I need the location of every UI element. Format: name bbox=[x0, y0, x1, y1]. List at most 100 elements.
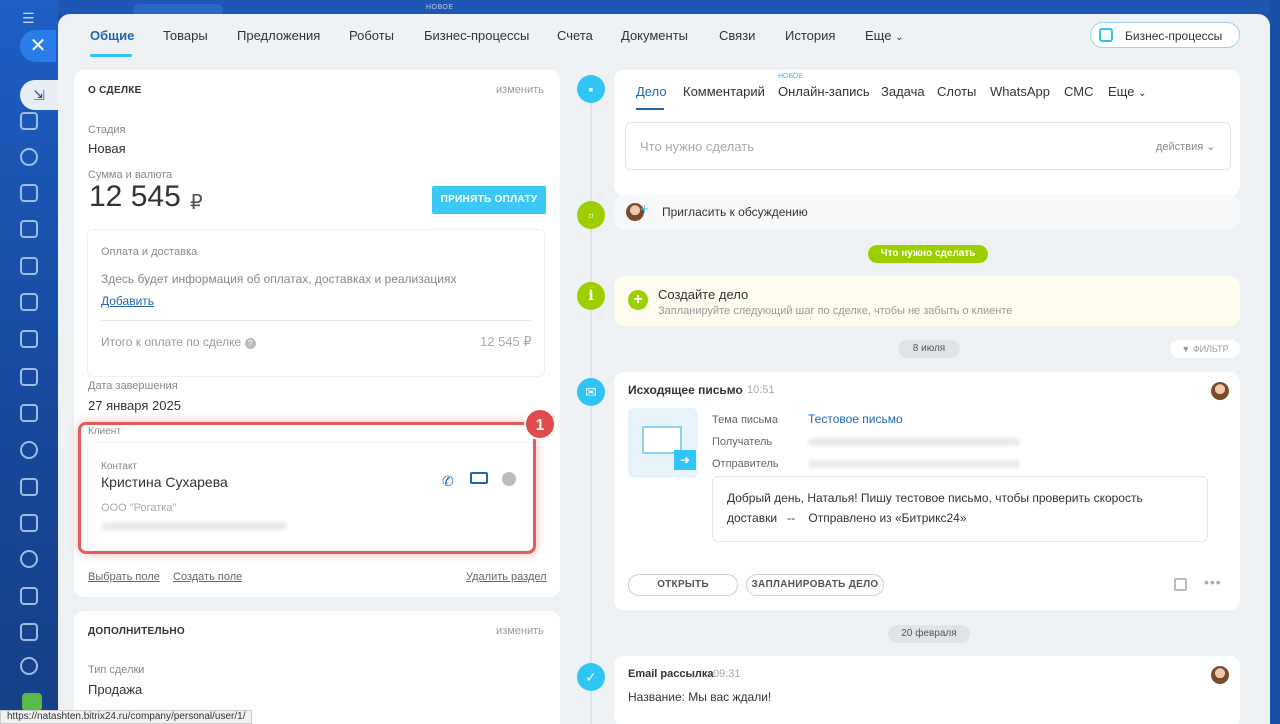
blurred-recipient bbox=[808, 438, 1020, 446]
tab-online-booking[interactable]: Онлайн-запись bbox=[778, 84, 870, 99]
discussion-dot: ▫ bbox=[577, 201, 605, 229]
date-pill-july: 8 июля bbox=[898, 340, 960, 358]
tab-documents[interactable]: Документы bbox=[621, 28, 688, 43]
tab-business-processes[interactable]: Бизнес-процессы bbox=[424, 28, 529, 43]
tab-more-label: Еще bbox=[865, 28, 892, 43]
filter-icon[interactable] bbox=[20, 330, 38, 348]
tab-offers[interactable]: Предложения bbox=[237, 28, 320, 43]
tab-links[interactable]: Связи bbox=[719, 28, 755, 43]
checkbox-icon[interactable] bbox=[20, 257, 38, 275]
filter-button[interactable]: ▼ ФИЛЬТР bbox=[1170, 340, 1240, 358]
close-slider-button[interactable]: ✕ bbox=[20, 30, 56, 62]
add-payment-link[interactable]: Добавить bbox=[101, 294, 154, 308]
stage-label: Стадия bbox=[88, 124, 126, 136]
mail-illustration: ➜ bbox=[628, 408, 698, 478]
status-bar-url: https://natashten.bitrix24.ru/company/pe… bbox=[0, 710, 253, 724]
payment-info: Здесь будет информация об оплатах, доста… bbox=[101, 272, 457, 286]
schedule-task-button[interactable]: ЗАПЛАНИРОВАТЬ ДЕЛО bbox=[746, 574, 884, 596]
business-process-button[interactable]: Бизнес-процессы bbox=[1090, 22, 1240, 48]
choose-field-link[interactable]: Выбрать поле bbox=[88, 571, 160, 583]
mailing-name: Название: Мы вас ждали! bbox=[628, 690, 772, 704]
timeline-line bbox=[590, 88, 592, 724]
create-task-card[interactable]: + Создайте дело Запланируйте следующий ш… bbox=[614, 276, 1240, 326]
business-process-label: Бизнес-процессы bbox=[1125, 29, 1223, 43]
edit-about-deal-link[interactable]: изменить bbox=[496, 84, 544, 96]
collapse-button[interactable]: ⇲ bbox=[20, 80, 58, 110]
stage-value[interactable]: Новая bbox=[88, 141, 126, 156]
note-icon[interactable] bbox=[1174, 578, 1187, 591]
arrow-right-icon: ➜ bbox=[674, 450, 696, 470]
close-date-label: Дата завершения bbox=[88, 380, 178, 392]
tasks-icon[interactable] bbox=[20, 112, 38, 130]
author-avatar[interactable] bbox=[1211, 382, 1229, 400]
mail-body-line-2: доставки -- Отправлено из «Битрикс24» bbox=[727, 511, 967, 525]
tab-products[interactable]: Товары bbox=[163, 28, 208, 43]
filter-label: ФИЛЬТР bbox=[1192, 344, 1229, 354]
mail-time: 10:51 bbox=[747, 384, 775, 396]
tab-invoices[interactable]: Счета bbox=[557, 28, 593, 43]
invite-row[interactable]: + Пригласить к обсуждению bbox=[614, 195, 1240, 229]
new-tag-online: НОВОЕ bbox=[778, 73, 804, 80]
client-highlight-frame bbox=[78, 422, 536, 554]
market-icon[interactable] bbox=[22, 693, 42, 711]
deal-type-label: Тип сделки bbox=[88, 664, 145, 676]
active-tab-underline bbox=[90, 54, 132, 57]
mail-icon[interactable] bbox=[20, 368, 38, 386]
tab-general[interactable]: Общие bbox=[90, 28, 134, 43]
info-dot: i bbox=[577, 282, 605, 310]
contact-card-icon[interactable] bbox=[20, 514, 38, 532]
help-icon[interactable]: ? bbox=[244, 338, 256, 349]
tab-history[interactable]: История bbox=[785, 28, 835, 43]
create-task-title: Создайте дело bbox=[658, 287, 749, 302]
checkmark-icon: ✓ bbox=[585, 669, 597, 685]
chevron-down-icon: ⌄ bbox=[1138, 88, 1147, 99]
chat-bubble-icon: ▫ bbox=[588, 207, 594, 223]
tab-task[interactable]: Задача bbox=[881, 84, 925, 99]
deal-type-value[interactable]: Продажа bbox=[88, 682, 142, 697]
tab-comment[interactable]: Комментарий bbox=[683, 84, 765, 99]
tab-slots[interactable]: Слоты bbox=[937, 84, 976, 99]
tab-more[interactable]: Еще ⌄ bbox=[865, 28, 903, 43]
target-icon[interactable] bbox=[20, 441, 38, 459]
comment-icon: ▪ bbox=[588, 81, 594, 97]
file-icon[interactable] bbox=[20, 587, 38, 605]
extra-title: ДОПОЛНИТЕЛЬНО bbox=[88, 626, 185, 637]
actions-dropdown[interactable]: действия ⌄ bbox=[1156, 140, 1215, 153]
chat-icon[interactable] bbox=[20, 148, 38, 166]
tab-sms[interactable]: СМС bbox=[1064, 84, 1093, 99]
top-tabs: Общие Товары Предложения Роботы Бизнес-п… bbox=[58, 14, 1270, 58]
tab-robots[interactable]: Роботы bbox=[349, 28, 394, 43]
more-icon[interactable]: ••• bbox=[1204, 574, 1222, 590]
edit-extra-link[interactable]: изменить bbox=[496, 625, 544, 637]
tab-task-item[interactable]: Дело bbox=[636, 84, 667, 99]
open-mail-button[interactable]: ОТКРЫТЬ bbox=[628, 574, 738, 596]
plus-icon: + bbox=[640, 201, 649, 218]
settings-icon[interactable] bbox=[20, 657, 38, 675]
mailing-time: 09:31 bbox=[713, 668, 741, 680]
menu-icon[interactable]: ☰ bbox=[22, 10, 35, 27]
total-label: Итого к оплате по сделке ? bbox=[101, 335, 256, 349]
card-icon[interactable] bbox=[20, 404, 38, 422]
invite-text: Пригласить к обсуждению bbox=[662, 205, 808, 219]
step-badge: 1 bbox=[524, 408, 556, 440]
users-icon[interactable] bbox=[20, 550, 38, 568]
accept-payment-button[interactable]: ПРИНЯТЬ ОПЛАТУ bbox=[432, 186, 546, 214]
info-icon: i bbox=[588, 288, 594, 304]
create-field-link[interactable]: Создать поле bbox=[173, 571, 242, 583]
deal-amount[interactable]: 12 545 bbox=[89, 180, 181, 214]
subject-value[interactable]: Тестовое письмо bbox=[808, 412, 903, 426]
pen-icon[interactable] bbox=[20, 478, 38, 496]
docs-icon[interactable] bbox=[20, 220, 38, 238]
crm-icon[interactable] bbox=[20, 184, 38, 202]
tab-activity-more[interactable]: Еще ⌄ bbox=[1108, 84, 1146, 99]
calendar-icon[interactable] bbox=[20, 293, 38, 311]
done-dot: ✓ bbox=[577, 663, 605, 691]
mail-body-line-1: Добрый день, Наталья! Пишу тестовое пись… bbox=[727, 491, 1143, 505]
tab-whatsapp[interactable]: WhatsApp bbox=[990, 84, 1050, 99]
delete-section-link[interactable]: Удалить раздел bbox=[466, 571, 547, 583]
close-date-value[interactable]: 27 января 2025 bbox=[88, 398, 181, 413]
robot-icon[interactable] bbox=[20, 623, 38, 641]
todo-placeholder: Что нужно сделать bbox=[640, 139, 754, 154]
todo-input[interactable]: Что нужно сделать действия ⌄ bbox=[625, 122, 1231, 170]
author-avatar[interactable] bbox=[1211, 666, 1229, 684]
